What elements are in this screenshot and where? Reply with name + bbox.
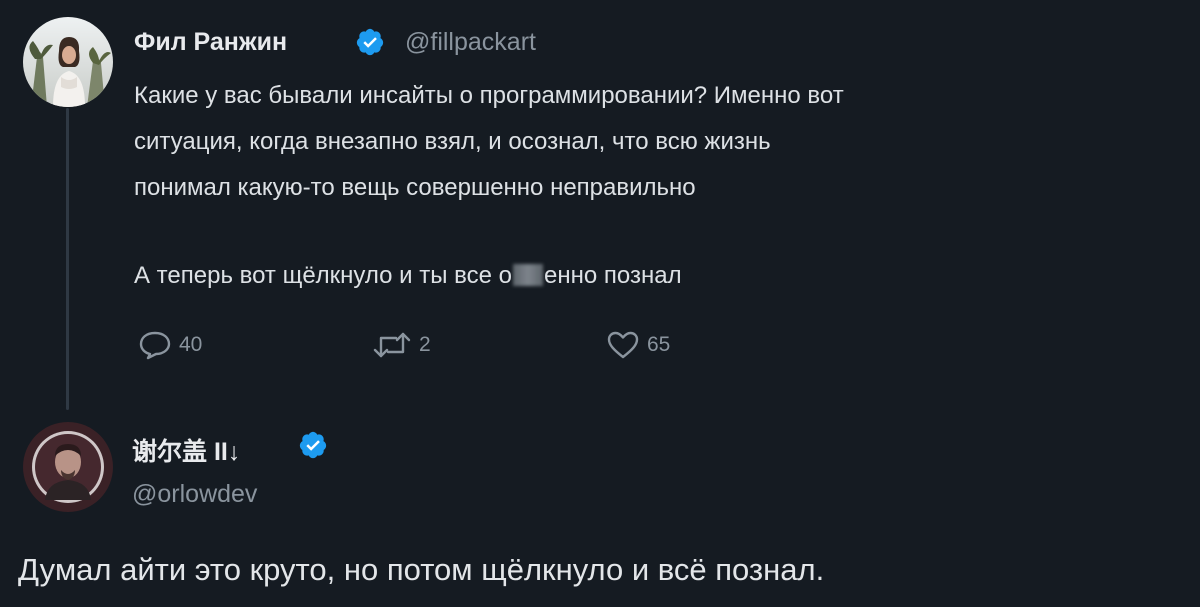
tweet-text-line-4-end: енно познал (544, 262, 682, 289)
tweet-text-line-4-start: А теперь вот щёлкнуло и ты все о (134, 262, 513, 289)
reply-text: Думал айти это круто, но потом щёлкнуло … (18, 552, 825, 587)
like-icon (607, 331, 639, 359)
author-avatar[interactable] (23, 17, 113, 107)
like-count: 65 (647, 333, 671, 356)
reply-author-name[interactable]: 谢尔盖 II↓ (132, 432, 240, 468)
tweet-text-line-1: Какие у вас бывали инсайты о программиро… (134, 82, 844, 109)
verified-badge-icon (356, 28, 384, 56)
retweet-icon (373, 332, 411, 358)
tweet-text-line-3: понимал какую-то вещь совершенно неправи… (134, 174, 696, 201)
reply-action[interactable]: 40 (138, 330, 202, 360)
tweet-thread: Фил Ранжин @fillpackart Какие у вас быва… (0, 0, 1200, 607)
verified-badge-icon (299, 431, 327, 459)
reply-icon (139, 331, 171, 360)
censor-blur (513, 264, 544, 286)
retweet-count: 2 (419, 333, 431, 356)
author-handle[interactable]: @fillpackart (405, 28, 536, 57)
tweet-text-line-2: ситуация, когда внезапно взял, и осознал… (134, 128, 771, 155)
like-action[interactable]: 65 (606, 330, 670, 360)
author-name[interactable]: Фил Ранжин (134, 28, 287, 57)
thread-connector-line (66, 108, 69, 410)
reply-author-handle[interactable]: @orlowdev (132, 480, 257, 509)
tweet-text-line-4: А теперь вот щёлкнуло и ты все о енно поз… (134, 262, 682, 290)
reply-author-avatar[interactable] (23, 422, 113, 512)
retweet-action[interactable]: 2 (372, 330, 431, 360)
reply-count: 40 (179, 333, 203, 356)
